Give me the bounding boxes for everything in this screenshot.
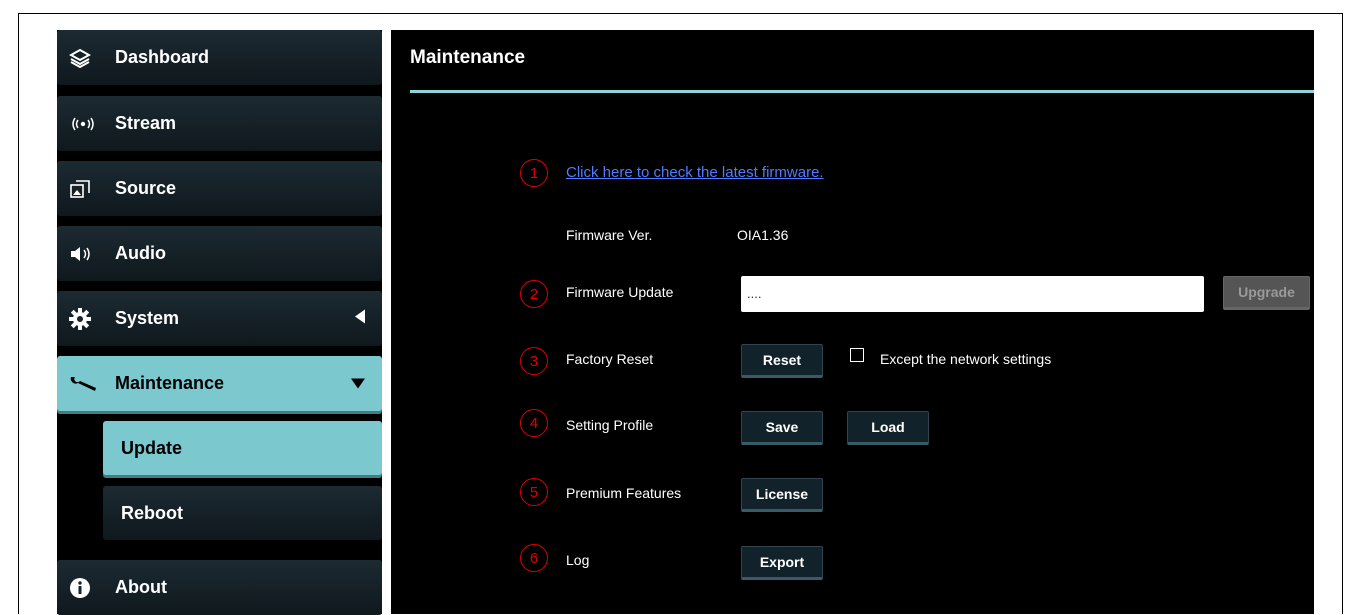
sidebar-item-about[interactable]: About [57,560,382,615]
log-label: Log [566,552,590,568]
main-panel: Maintenance 1 Click here to check the la… [391,30,1314,614]
sidebar-item-dashboard[interactable]: Dashboard [57,30,382,85]
sidebar-item-maintenance[interactable]: Maintenance [57,356,382,411]
gear-icon [69,307,99,330]
layers-icon [69,48,99,68]
sidebar-item-source[interactable]: Source [57,161,382,216]
sidebar-subitem-label: Update [121,437,183,458]
sidebar-item-label: Stream [115,113,177,133]
license-button[interactable]: License [741,478,823,512]
firmware-ver-value: OIA1.36 [737,227,789,243]
sidebar-item-label: About [115,577,167,597]
load-profile-button[interactable]: Load [847,411,929,445]
except-network-checkbox[interactable] [850,348,864,362]
setting-profile-label: Setting Profile [566,417,654,433]
title-divider [410,90,1314,93]
page-title: Maintenance [410,47,526,68]
sidebar-subitem-update[interactable]: Update [103,421,382,475]
check-firmware-link[interactable]: Click here to check the latest firmware. [566,164,824,181]
sidebar-item-audio[interactable]: Audio [57,226,382,281]
info-icon [69,577,99,599]
sidebar-subitem-label: Reboot [121,502,183,523]
reset-button[interactable]: Reset [741,344,823,378]
upgrade-button[interactable]: Upgrade [1223,276,1310,310]
marker-3: 3 [520,347,548,375]
sidebar-subitem-reboot[interactable]: Reboot [103,486,382,540]
sidebar-item-label: System [115,308,180,328]
sidebar-item-system[interactable]: System [57,291,382,346]
sidebar: Dashboard Stream Source Audio System Mai… [57,30,382,615]
sidebar-item-stream[interactable]: Stream [57,96,382,151]
factory-reset-label: Factory Reset [566,351,654,367]
caret-left-icon [354,308,366,329]
export-log-button[interactable]: Export [741,546,823,580]
sidebar-item-label: Dashboard [115,47,210,67]
broadcast-icon [69,116,99,132]
sidebar-item-label: Source [115,178,177,198]
marker-1: 1 [520,159,548,187]
firmware-ver-label: Firmware Ver. [566,227,653,243]
caret-down-icon [350,373,366,394]
source-icon [69,179,99,199]
marker-5: 5 [520,478,548,506]
firmware-update-label: Firmware Update [566,284,674,300]
wrench-icon [69,374,99,394]
sidebar-item-label: Audio [115,243,166,263]
premium-features-label: Premium Features [566,485,682,501]
firmware-file-input[interactable]: .... [741,276,1204,312]
speaker-icon [69,245,99,263]
marker-2: 2 [520,280,548,308]
except-network-label: Except the network settings [880,351,1052,367]
marker-6: 6 [520,544,548,572]
marker-4: 4 [520,409,548,437]
sidebar-item-label: Maintenance [115,373,225,393]
save-profile-button[interactable]: Save [741,411,823,445]
